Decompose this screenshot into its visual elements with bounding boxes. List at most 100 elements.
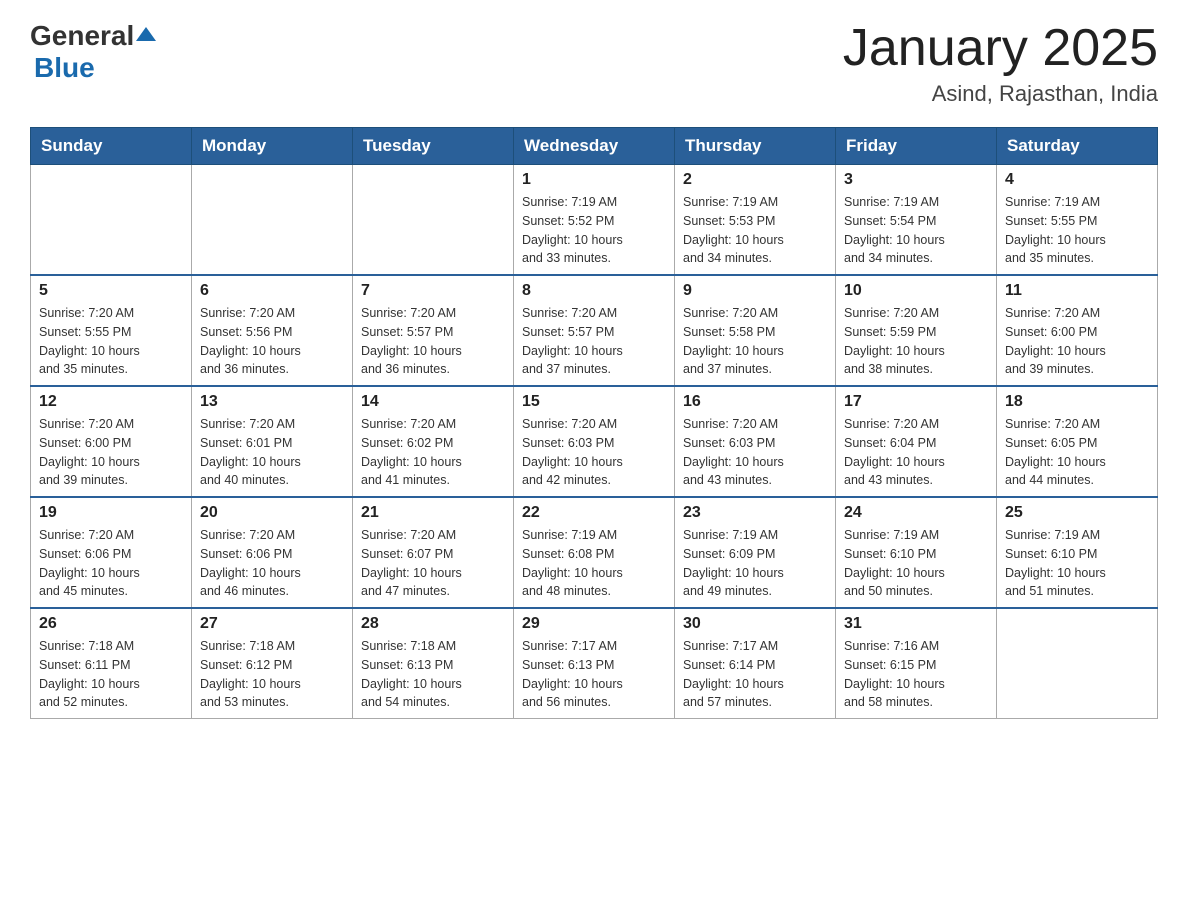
day-info: Sunrise: 7:20 AMSunset: 6:00 PMDaylight:… bbox=[1005, 304, 1149, 379]
day-number: 24 bbox=[844, 504, 988, 522]
location: Asind, Rajasthan, India bbox=[843, 81, 1158, 107]
day-info: Sunrise: 7:18 AMSunset: 6:12 PMDaylight:… bbox=[200, 637, 344, 712]
calendar-day-cell bbox=[192, 165, 353, 276]
day-number: 3 bbox=[844, 171, 988, 189]
day-info: Sunrise: 7:19 AMSunset: 5:52 PMDaylight:… bbox=[522, 193, 666, 268]
calendar-week-row: 12 Sunrise: 7:20 AMSunset: 6:00 PMDayligh… bbox=[31, 386, 1158, 497]
day-info: Sunrise: 7:20 AMSunset: 6:02 PMDaylight:… bbox=[361, 415, 505, 490]
calendar-day-cell: 12 Sunrise: 7:20 AMSunset: 6:00 PMDayligh… bbox=[31, 386, 192, 497]
calendar-day-cell: 26 Sunrise: 7:18 AMSunset: 6:11 PMDayligh… bbox=[31, 608, 192, 719]
logo-general: General bbox=[30, 20, 134, 52]
day-number: 16 bbox=[683, 393, 827, 411]
day-info: Sunrise: 7:17 AMSunset: 6:14 PMDaylight:… bbox=[683, 637, 827, 712]
day-number: 25 bbox=[1005, 504, 1149, 522]
calendar-day-cell: 23 Sunrise: 7:19 AMSunset: 6:09 PMDayligh… bbox=[675, 497, 836, 608]
day-info: Sunrise: 7:19 AMSunset: 5:54 PMDaylight:… bbox=[844, 193, 988, 268]
calendar-day-cell: 31 Sunrise: 7:16 AMSunset: 6:15 PMDayligh… bbox=[836, 608, 997, 719]
calendar-week-row: 1 Sunrise: 7:19 AMSunset: 5:52 PMDaylight… bbox=[31, 165, 1158, 276]
calendar-day-cell: 10 Sunrise: 7:20 AMSunset: 5:59 PMDayligh… bbox=[836, 275, 997, 386]
day-number: 2 bbox=[683, 171, 827, 189]
day-number: 22 bbox=[522, 504, 666, 522]
day-info: Sunrise: 7:18 AMSunset: 6:11 PMDaylight:… bbox=[39, 637, 183, 712]
day-number: 18 bbox=[1005, 393, 1149, 411]
logo-blue: Blue bbox=[34, 52, 95, 84]
calendar-day-cell: 25 Sunrise: 7:19 AMSunset: 6:10 PMDayligh… bbox=[997, 497, 1158, 608]
day-number: 12 bbox=[39, 393, 183, 411]
calendar-day-cell: 1 Sunrise: 7:19 AMSunset: 5:52 PMDaylight… bbox=[514, 165, 675, 276]
calendar-header-monday: Monday bbox=[192, 128, 353, 165]
day-info: Sunrise: 7:20 AMSunset: 6:05 PMDaylight:… bbox=[1005, 415, 1149, 490]
day-info: Sunrise: 7:20 AMSunset: 6:06 PMDaylight:… bbox=[200, 526, 344, 601]
calendar-week-row: 5 Sunrise: 7:20 AMSunset: 5:55 PMDaylight… bbox=[31, 275, 1158, 386]
day-info: Sunrise: 7:20 AMSunset: 5:59 PMDaylight:… bbox=[844, 304, 988, 379]
day-info: Sunrise: 7:19 AMSunset: 5:55 PMDaylight:… bbox=[1005, 193, 1149, 268]
day-number: 8 bbox=[522, 282, 666, 300]
day-info: Sunrise: 7:16 AMSunset: 6:15 PMDaylight:… bbox=[844, 637, 988, 712]
calendar-day-cell: 22 Sunrise: 7:19 AMSunset: 6:08 PMDayligh… bbox=[514, 497, 675, 608]
day-number: 6 bbox=[200, 282, 344, 300]
day-number: 23 bbox=[683, 504, 827, 522]
day-info: Sunrise: 7:19 AMSunset: 6:10 PMDaylight:… bbox=[1005, 526, 1149, 601]
day-info: Sunrise: 7:20 AMSunset: 6:06 PMDaylight:… bbox=[39, 526, 183, 601]
day-info: Sunrise: 7:20 AMSunset: 6:07 PMDaylight:… bbox=[361, 526, 505, 601]
calendar-day-cell: 18 Sunrise: 7:20 AMSunset: 6:05 PMDayligh… bbox=[997, 386, 1158, 497]
title-section: January 2025 Asind, Rajasthan, India bbox=[843, 20, 1158, 107]
day-info: Sunrise: 7:20 AMSunset: 6:00 PMDaylight:… bbox=[39, 415, 183, 490]
calendar-header-saturday: Saturday bbox=[997, 128, 1158, 165]
day-number: 1 bbox=[522, 171, 666, 189]
logo: General Blue bbox=[30, 20, 156, 84]
calendar: SundayMondayTuesdayWednesdayThursdayFrid… bbox=[30, 127, 1158, 719]
day-info: Sunrise: 7:19 AMSunset: 5:53 PMDaylight:… bbox=[683, 193, 827, 268]
day-number: 15 bbox=[522, 393, 666, 411]
day-info: Sunrise: 7:20 AMSunset: 5:56 PMDaylight:… bbox=[200, 304, 344, 379]
calendar-day-cell: 17Sunrise: 7:20 AMSunset: 6:04 PMDayligh… bbox=[836, 386, 997, 497]
calendar-day-cell: 14Sunrise: 7:20 AMSunset: 6:02 PMDayligh… bbox=[353, 386, 514, 497]
day-info: Sunrise: 7:19 AMSunset: 6:10 PMDaylight:… bbox=[844, 526, 988, 601]
day-info: Sunrise: 7:20 AMSunset: 5:58 PMDaylight:… bbox=[683, 304, 827, 379]
day-number: 5 bbox=[39, 282, 183, 300]
day-info: Sunrise: 7:19 AMSunset: 6:08 PMDaylight:… bbox=[522, 526, 666, 601]
calendar-header-thursday: Thursday bbox=[675, 128, 836, 165]
calendar-day-cell: 6 Sunrise: 7:20 AMSunset: 5:56 PMDaylight… bbox=[192, 275, 353, 386]
day-number: 7 bbox=[361, 282, 505, 300]
calendar-day-cell: 28 Sunrise: 7:18 AMSunset: 6:13 PMDayligh… bbox=[353, 608, 514, 719]
calendar-day-cell: 24 Sunrise: 7:19 AMSunset: 6:10 PMDayligh… bbox=[836, 497, 997, 608]
day-info: Sunrise: 7:19 AMSunset: 6:09 PMDaylight:… bbox=[683, 526, 827, 601]
day-number: 27 bbox=[200, 615, 344, 633]
calendar-day-cell: 16 Sunrise: 7:20 AMSunset: 6:03 PMDayligh… bbox=[675, 386, 836, 497]
day-info: Sunrise: 7:20 AMSunset: 5:57 PMDaylight:… bbox=[522, 304, 666, 379]
day-info: Sunrise: 7:20 AMSunset: 6:01 PMDaylight:… bbox=[200, 415, 344, 490]
day-number: 9 bbox=[683, 282, 827, 300]
calendar-day-cell bbox=[31, 165, 192, 276]
calendar-day-cell: 9 Sunrise: 7:20 AMSunset: 5:58 PMDaylight… bbox=[675, 275, 836, 386]
day-info: Sunrise: 7:18 AMSunset: 6:13 PMDaylight:… bbox=[361, 637, 505, 712]
day-number: 29 bbox=[522, 615, 666, 633]
calendar-day-cell: 30Sunrise: 7:17 AMSunset: 6:14 PMDayligh… bbox=[675, 608, 836, 719]
calendar-header-tuesday: Tuesday bbox=[353, 128, 514, 165]
day-number: 28 bbox=[361, 615, 505, 633]
calendar-header-row: SundayMondayTuesdayWednesdayThursdayFrid… bbox=[31, 128, 1158, 165]
day-number: 19 bbox=[39, 504, 183, 522]
month-title: January 2025 bbox=[843, 20, 1158, 77]
day-number: 20 bbox=[200, 504, 344, 522]
calendar-header-sunday: Sunday bbox=[31, 128, 192, 165]
calendar-week-row: 19 Sunrise: 7:20 AMSunset: 6:06 PMDayligh… bbox=[31, 497, 1158, 608]
calendar-day-cell: 3 Sunrise: 7:19 AMSunset: 5:54 PMDaylight… bbox=[836, 165, 997, 276]
day-info: Sunrise: 7:20 AMSunset: 5:55 PMDaylight:… bbox=[39, 304, 183, 379]
calendar-day-cell: 15 Sunrise: 7:20 AMSunset: 6:03 PMDayligh… bbox=[514, 386, 675, 497]
calendar-day-cell: 4Sunrise: 7:19 AMSunset: 5:55 PMDaylight… bbox=[997, 165, 1158, 276]
day-info: Sunrise: 7:20 AMSunset: 6:03 PMDaylight:… bbox=[683, 415, 827, 490]
calendar-day-cell bbox=[353, 165, 514, 276]
day-number: 21 bbox=[361, 504, 505, 522]
day-number: 31 bbox=[844, 615, 988, 633]
calendar-day-cell: 13Sunrise: 7:20 AMSunset: 6:01 PMDayligh… bbox=[192, 386, 353, 497]
calendar-header-wednesday: Wednesday bbox=[514, 128, 675, 165]
day-number: 26 bbox=[39, 615, 183, 633]
day-info: Sunrise: 7:20 AMSunset: 6:03 PMDaylight:… bbox=[522, 415, 666, 490]
calendar-day-cell: 11Sunrise: 7:20 AMSunset: 6:00 PMDayligh… bbox=[997, 275, 1158, 386]
calendar-day-cell: 2 Sunrise: 7:19 AMSunset: 5:53 PMDaylight… bbox=[675, 165, 836, 276]
calendar-day-cell: 7Sunrise: 7:20 AMSunset: 5:57 PMDaylight… bbox=[353, 275, 514, 386]
day-number: 10 bbox=[844, 282, 988, 300]
calendar-header-friday: Friday bbox=[836, 128, 997, 165]
calendar-day-cell: 21 Sunrise: 7:20 AMSunset: 6:07 PMDayligh… bbox=[353, 497, 514, 608]
